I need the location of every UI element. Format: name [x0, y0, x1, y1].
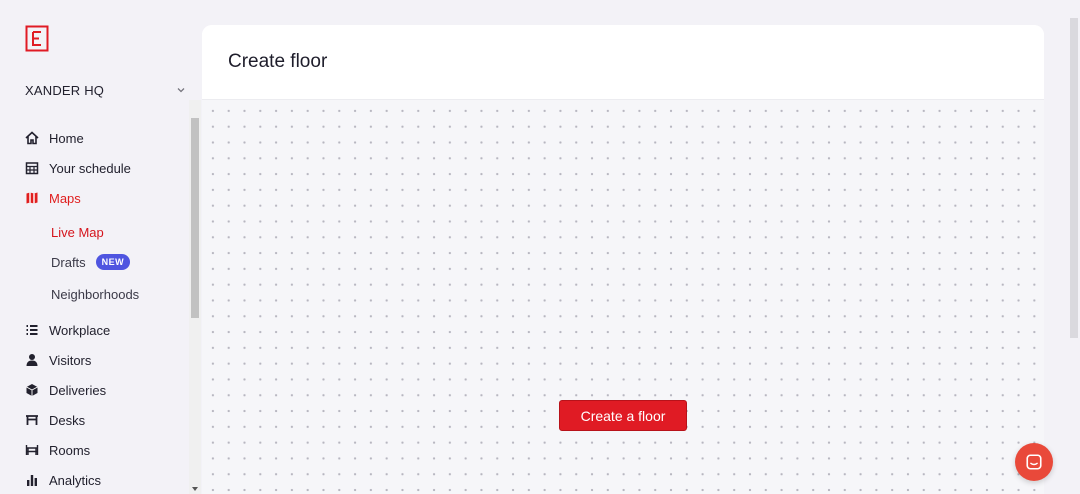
nav-rooms-label: Rooms	[49, 442, 91, 458]
nav-deliveries[interactable]: Deliveries	[25, 380, 106, 400]
scroll-down-arrow-icon[interactable]	[191, 486, 199, 492]
nav-live-map[interactable]: Live Map	[51, 222, 104, 242]
nav-your-schedule-label: Your schedule	[49, 160, 131, 176]
nav-analytics-label: Analytics	[49, 472, 102, 488]
location-name: XANDER HQ	[25, 82, 105, 98]
page-title: Create floor	[228, 51, 328, 72]
nav-rooms[interactable]: Rooms	[25, 440, 90, 460]
logo[interactable]	[25, 25, 49, 52]
sidebar: XANDER HQ Home Your schedule Maps Live M…	[0, 0, 201, 494]
nav-workplace[interactable]: Workplace	[25, 320, 110, 340]
page-scrollbar[interactable]	[1068, 0, 1080, 494]
nav-desks[interactable]: Desks	[25, 410, 85, 430]
nav-analytics[interactable]: Analytics	[25, 470, 101, 490]
package-icon	[25, 383, 39, 397]
nav-home-label: Home	[49, 130, 84, 146]
nav-visitors-label: Visitors	[49, 352, 92, 368]
page-scroll-thumb[interactable]	[1070, 18, 1078, 338]
nav-drafts[interactable]: Drafts NEW	[51, 252, 131, 272]
nav-maps-label: Maps	[49, 190, 81, 206]
nav-visitors[interactable]: Visitors	[25, 350, 91, 370]
new-badge: NEW	[95, 254, 131, 270]
bar-chart-icon	[25, 473, 39, 487]
logo-icon	[25, 25, 49, 52]
nav-live-map-label: Live Map	[51, 224, 104, 240]
map-icon	[25, 191, 39, 205]
nav-workplace-label: Workplace	[49, 322, 111, 338]
chevron-down-icon	[177, 88, 185, 93]
create-floor-button[interactable]: Create a floor	[559, 400, 687, 431]
table-icon	[25, 443, 39, 457]
home-icon	[25, 131, 39, 145]
calendar-icon	[25, 161, 39, 175]
nav-neighborhoods-label: Neighborhoods	[51, 286, 140, 302]
main-panel: Create floor Create a floor	[202, 25, 1044, 494]
nav-home[interactable]: Home	[25, 128, 84, 148]
nav-neighborhoods[interactable]: Neighborhoods	[51, 284, 139, 304]
nav-desks-label: Desks	[49, 412, 86, 428]
nav-deliveries-label: Deliveries	[49, 382, 107, 398]
nav-maps[interactable]: Maps	[25, 188, 81, 208]
desk-icon	[25, 413, 39, 427]
floor-canvas[interactable]: Create a floor	[202, 100, 1044, 494]
location-selector[interactable]: XANDER HQ	[25, 80, 190, 100]
nav-your-schedule[interactable]: Your schedule	[25, 158, 131, 178]
chat-icon	[1026, 454, 1042, 470]
person-icon	[25, 353, 39, 367]
list-icon	[25, 323, 39, 337]
sidebar-scrollbar[interactable]	[189, 100, 201, 494]
sidebar-scroll-thumb[interactable]	[191, 118, 199, 318]
chat-launcher-button[interactable]	[1015, 443, 1053, 481]
nav-drafts-label: Drafts	[51, 254, 86, 270]
panel-header: Create floor	[202, 25, 1044, 100]
